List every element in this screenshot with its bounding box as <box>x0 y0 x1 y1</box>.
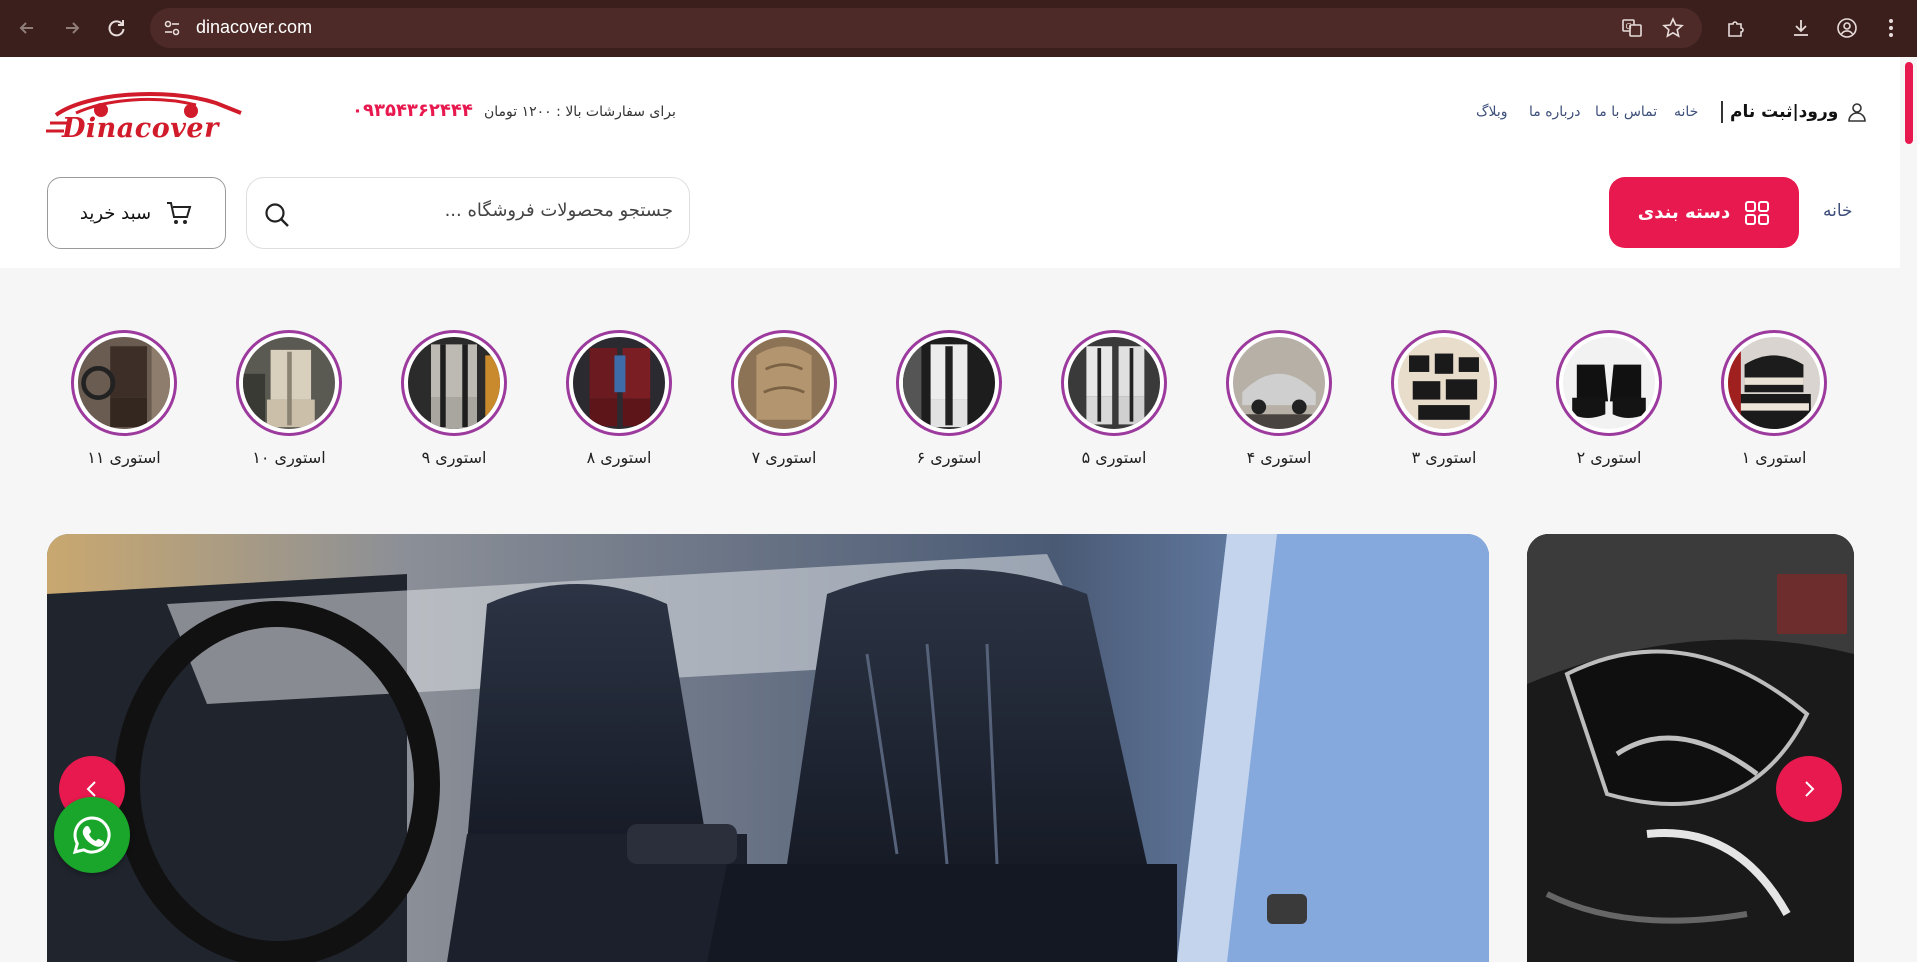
story-item[interactable]: استوری ۶ <box>894 330 1004 467</box>
profile-icon[interactable] <box>1833 14 1861 42</box>
story-label: استوری ۴ <box>1246 448 1312 467</box>
story-label: استوری ۸ <box>586 448 652 467</box>
story-item[interactable]: استوری ۱ <box>1719 330 1829 467</box>
car-interior-image <box>47 534 1489 962</box>
story-thumbnail <box>1068 337 1160 429</box>
nav-link-about[interactable]: درباره ما <box>1529 104 1580 120</box>
story-thumbnail <box>1563 337 1655 429</box>
story-label: استوری ۳ <box>1411 448 1477 467</box>
nav-link-home[interactable]: خانه <box>1674 104 1698 120</box>
search-input[interactable] <box>313 200 673 221</box>
story-thumbnail <box>243 337 335 429</box>
story-label: استوری ۷ <box>751 448 817 467</box>
story-item[interactable]: استوری ۲ <box>1554 330 1664 467</box>
login-button[interactable]: ورود|ثبت نام <box>1730 101 1868 123</box>
hero-slide[interactable] <box>47 534 1489 962</box>
logo[interactable]: Dinacover <box>46 85 246 155</box>
breadcrumb-home[interactable]: خانه <box>1823 201 1853 221</box>
menu-kebab-icon[interactable] <box>1877 14 1905 42</box>
story-item[interactable]: استوری ۵ <box>1059 330 1169 467</box>
order-info: برای سفارشات بالا : ۱۲۰۰ تومان <box>484 104 676 120</box>
story-thumbnail <box>78 337 170 429</box>
reload-icon[interactable] <box>103 14 131 42</box>
story-thumbnail <box>573 337 665 429</box>
translate-icon[interactable]: G <box>1618 14 1646 42</box>
side-slide[interactable] <box>1527 534 1854 962</box>
extensions-icon[interactable] <box>1722 14 1750 42</box>
search-box <box>246 177 690 249</box>
nav-link-blog[interactable]: وبلاگ <box>1476 104 1508 120</box>
back-icon[interactable] <box>13 14 41 42</box>
whatsapp-icon <box>72 816 111 855</box>
stories-row: استوری ۱ استوری ۲ استوری ۳ استوری ۴ استو… <box>0 268 1900 518</box>
story-label: استوری ۹ <box>421 448 487 467</box>
svg-text:G: G <box>1626 22 1632 31</box>
logo-text: Dinacover <box>62 113 219 144</box>
story-thumbnail <box>903 337 995 429</box>
story-label: استوری ۵ <box>1081 448 1147 467</box>
story-label: استوری ۶ <box>916 448 982 467</box>
site-info-icon[interactable] <box>158 14 186 42</box>
story-item[interactable]: استوری ۱۰ <box>234 330 344 467</box>
browser-toolbar: dinacover.com G <box>0 0 1917 57</box>
story-item[interactable]: استوری ۳ <box>1389 330 1499 467</box>
site-header: Dinacover برای سفارشات بالا : ۱۲۰۰ تومان… <box>0 57 1900 268</box>
story-item[interactable]: استوری ۷ <box>729 330 839 467</box>
whatsapp-button[interactable] <box>54 797 130 873</box>
cart-icon <box>167 202 192 224</box>
car-dashboard-image <box>1527 534 1854 962</box>
phone-number[interactable]: ۰۹۳۵۴۳۶۲۴۴۴ <box>352 100 473 121</box>
story-thumbnail <box>738 337 830 429</box>
story-item[interactable]: استوری ۹ <box>399 330 509 467</box>
download-icon[interactable] <box>1787 14 1815 42</box>
nav-divider <box>1721 101 1723 123</box>
story-item[interactable]: استوری ۸ <box>564 330 674 467</box>
category-button[interactable]: دسته بندی <box>1609 177 1799 248</box>
chevron-right-icon <box>1805 781 1815 797</box>
address-bar[interactable] <box>150 8 1702 48</box>
story-label: استوری ۱ <box>1741 448 1807 467</box>
url-text[interactable]: dinacover.com <box>196 17 312 38</box>
story-item[interactable]: استوری ۴ <box>1224 330 1334 467</box>
nav-link-contact[interactable]: تماس با ما <box>1595 104 1657 120</box>
story-thumbnail <box>1398 337 1490 429</box>
category-label: دسته بندی <box>1637 202 1731 223</box>
story-label: استوری ۲ <box>1576 448 1642 467</box>
slider-next-button[interactable] <box>1776 756 1842 822</box>
grid-icon <box>1745 200 1770 225</box>
cart-label: سبد خرید <box>79 202 152 224</box>
forward-icon[interactable] <box>58 14 86 42</box>
user-icon <box>1848 103 1867 122</box>
story-thumbnail <box>1728 337 1820 429</box>
cart-button[interactable]: سبد خرید <box>47 177 226 249</box>
story-label: استوری ۱۱ <box>87 448 161 467</box>
story-thumbnail <box>1233 337 1325 429</box>
story-thumbnail <box>408 337 500 429</box>
bookmark-star-icon[interactable] <box>1659 14 1687 42</box>
search-icon[interactable] <box>263 201 291 229</box>
login-label: ورود|ثبت نام <box>1730 102 1839 122</box>
story-label: استوری ۱۰ <box>252 448 326 467</box>
story-item[interactable]: استوری ۱۱ <box>69 330 179 467</box>
page-scrollbar[interactable] <box>1905 62 1913 144</box>
chevron-left-icon <box>86 781 96 797</box>
